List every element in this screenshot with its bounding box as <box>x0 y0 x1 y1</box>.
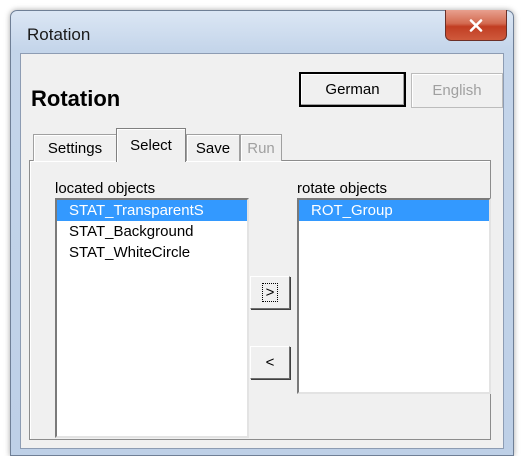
located-objects-list[interactable]: STAT_TransparentS STAT_Background STAT_W… <box>55 198 249 438</box>
tab-run: Run <box>240 134 282 161</box>
move-right-label: > <box>261 283 279 302</box>
german-button[interactable]: German <box>299 72 406 107</box>
close-button[interactable] <box>445 10 507 41</box>
move-left-button[interactable]: < <box>250 346 290 379</box>
list-item[interactable]: STAT_TransparentS <box>57 200 247 221</box>
rotate-objects-list[interactable]: ROT_Group <box>297 198 491 394</box>
located-objects-label: located objects <box>55 180 156 197</box>
tab-select[interactable]: Select <box>116 128 186 162</box>
list-item[interactable]: STAT_WhiteCircle <box>57 242 247 263</box>
tab-save[interactable]: Save <box>186 134 240 161</box>
window-title: Rotation <box>27 25 91 44</box>
list-item[interactable]: STAT_Background <box>57 221 247 242</box>
page-title: Rotation <box>31 86 121 111</box>
rotation-window: Rotation Rotation German English Setting… <box>10 10 514 456</box>
list-item[interactable]: ROT_Group <box>299 200 489 221</box>
move-right-button[interactable]: > <box>250 276 290 309</box>
dialog-client-area: Rotation German English Settings Select … <box>20 53 504 449</box>
close-icon <box>469 18 483 32</box>
english-button[interactable]: English <box>411 73 503 108</box>
tab-settings[interactable]: Settings <box>33 134 117 161</box>
rotate-objects-label: rotate objects <box>297 180 388 197</box>
move-left-label: < <box>265 354 275 371</box>
